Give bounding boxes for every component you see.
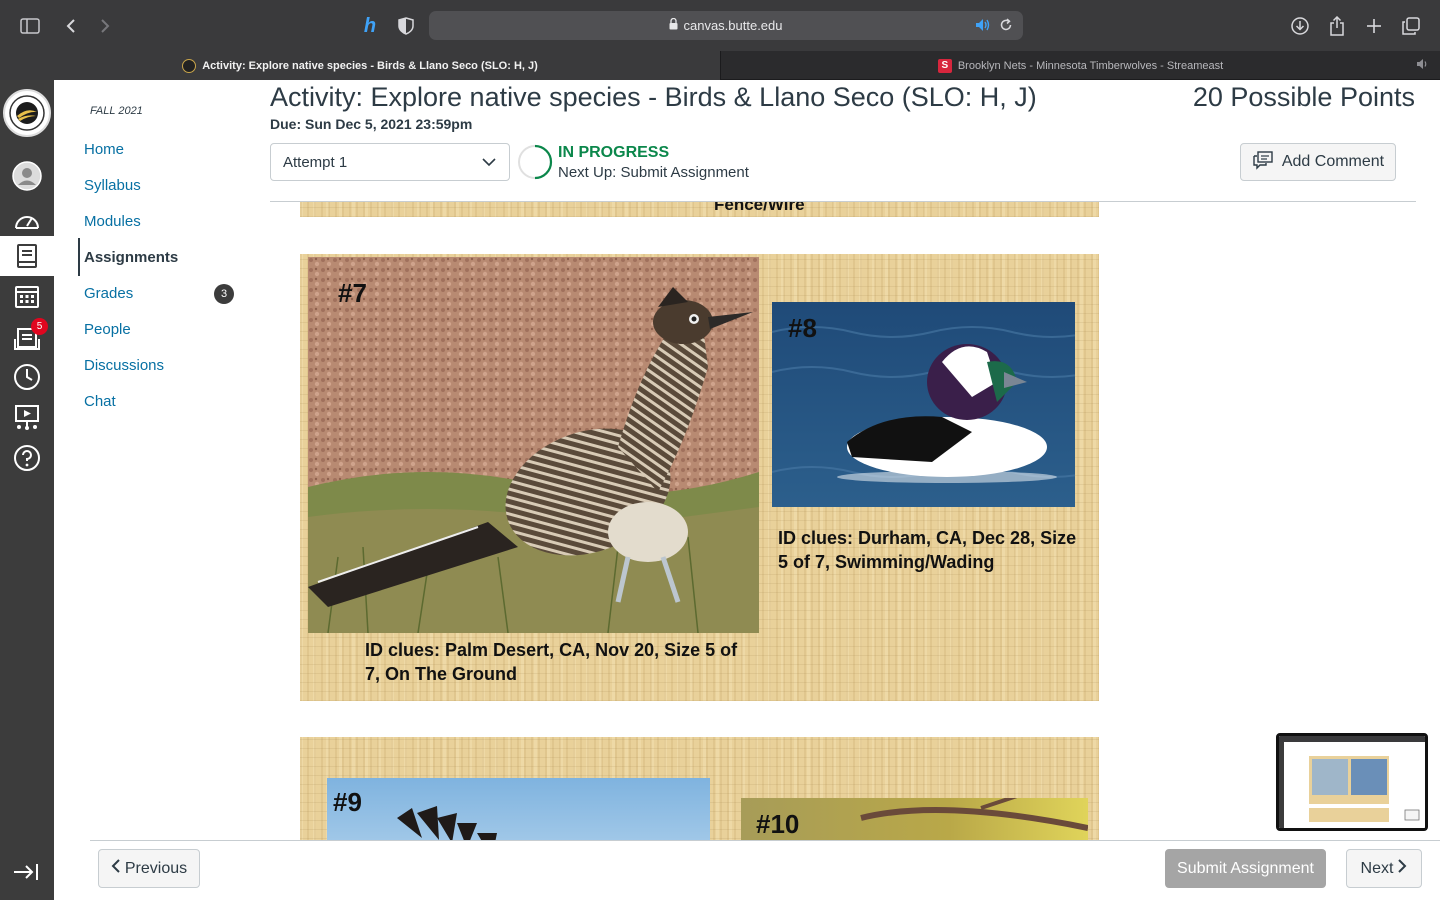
- submit-assignment-button[interactable]: Submit Assignment: [1165, 849, 1326, 888]
- global-nav: 5: [0, 80, 54, 900]
- page-thumbnail[interactable]: [1276, 733, 1428, 831]
- bird-8-number: #8: [788, 313, 817, 343]
- reload-icon[interactable]: [999, 18, 1013, 35]
- course-nav-discussions[interactable]: Discussions: [84, 357, 164, 374]
- previous-slide: Fence/Wire: [300, 202, 1099, 217]
- hypothesis-icon[interactable]: h: [357, 13, 383, 39]
- course-nav-modules[interactable]: Modules: [84, 213, 141, 230]
- tab-streameast[interactable]: S Brooklyn Nets - Minnesota Timberwolves…: [720, 51, 1440, 80]
- bird-9-photo: [327, 778, 710, 840]
- help-icon[interactable]: [0, 438, 54, 478]
- history-icon[interactable]: [0, 357, 54, 397]
- dashboard-icon[interactable]: [0, 200, 54, 240]
- shield-icon[interactable]: [393, 13, 419, 39]
- footer-divider: [90, 840, 1440, 841]
- add-comment-button[interactable]: Add Comment: [1240, 143, 1396, 181]
- comment-icon: [1252, 150, 1274, 175]
- bird-7-number: #7: [338, 278, 367, 308]
- chevron-down-icon: [481, 154, 497, 174]
- calendar-icon[interactable]: [0, 276, 54, 316]
- course-nav-assignments[interactable]: Assignments: [84, 249, 178, 266]
- tab-title: Brooklyn Nets - Minnesota Timberwolves -…: [957, 59, 1224, 72]
- course-nav-syllabus[interactable]: Syllabus: [84, 177, 141, 194]
- active-indicator: [78, 238, 80, 276]
- bird-8-photo: [772, 302, 1075, 507]
- page-title: Activity: Explore native species - Birds…: [270, 82, 1037, 112]
- possible-points: 20 Possible Points: [1192, 82, 1415, 112]
- grades-badge: 3: [214, 284, 234, 304]
- next-button[interactable]: Next: [1346, 849, 1422, 888]
- butte-college-logo[interactable]: [3, 89, 51, 137]
- share-icon[interactable]: [1324, 13, 1350, 39]
- forward-icon[interactable]: [92, 13, 118, 39]
- progress-ring-icon: [517, 144, 553, 180]
- butte-favicon-icon: [182, 58, 197, 73]
- slide-birds-9-10: #9 #10: [300, 737, 1099, 840]
- studio-icon[interactable]: [0, 397, 54, 437]
- new-tab-icon[interactable]: [1361, 13, 1387, 39]
- audio-icon[interactable]: [975, 18, 991, 35]
- lock-icon: [669, 17, 678, 33]
- browser-toolbar: h canvas.butte.edu: [0, 0, 1440, 51]
- download-icon[interactable]: [1287, 13, 1313, 39]
- status-text: IN PROGRESS: [558, 144, 670, 161]
- course-nav-people[interactable]: People: [84, 321, 131, 338]
- chevron-left-icon: [111, 858, 121, 879]
- attempt-value: Attempt 1: [283, 153, 348, 171]
- url-bar[interactable]: canvas.butte.edu: [429, 11, 1023, 40]
- bird-7-photo: [308, 257, 759, 633]
- back-icon[interactable]: [58, 13, 84, 39]
- chevron-right-icon: [1397, 858, 1407, 879]
- bird-8-clue: ID clues: Durham, CA, Dec 28, Size 5 of …: [778, 528, 1077, 572]
- url-text: canvas.butte.edu: [683, 18, 783, 33]
- course-nav: FALL 2021 Home Syllabus Modules Assignme…: [54, 80, 254, 840]
- add-comment-label: Add Comment: [1281, 153, 1385, 170]
- slide-birds-7-8: #7 ID clues: Palm Desert, CA, Nov 20, Si…: [300, 254, 1099, 701]
- due-date: Due: Sun Dec 5, 2021 23:59pm: [270, 116, 473, 132]
- speaker-icon[interactable]: [1416, 58, 1430, 73]
- previous-label: Previous: [124, 859, 188, 877]
- course-nav-grades[interactable]: Grades: [84, 285, 133, 302]
- bird-7-clue: ID clues: Palm Desert, CA, Nov 20, Size …: [365, 640, 738, 684]
- bird-10-number: #10: [756, 809, 800, 839]
- tab-canvas-activity[interactable]: Activity: Explore native species - Birds…: [0, 51, 720, 80]
- course-nav-home[interactable]: Home: [84, 141, 124, 158]
- prev-slide-text: Fence/Wire: [714, 202, 805, 214]
- next-label: Next: [1360, 859, 1394, 877]
- tab-title: Activity: Explore native species - Birds…: [202, 59, 538, 72]
- tabs-overview-icon[interactable]: [1398, 13, 1424, 39]
- sidebar-icon[interactable]: [17, 13, 43, 39]
- inbox-icon[interactable]: 5: [0, 318, 54, 358]
- submit-label: Submit Assignment: [1177, 859, 1314, 877]
- bird-9-number: #9: [333, 787, 362, 817]
- assignment-content[interactable]: Fence/Wire #7 ID clues: Palm Desert, CA,…: [270, 202, 1416, 840]
- previous-button[interactable]: Previous: [98, 849, 200, 888]
- course-nav-chat[interactable]: Chat: [84, 393, 116, 410]
- term-label: FALL 2021: [90, 105, 143, 117]
- next-up-text: Next Up: Submit Assignment: [558, 164, 749, 181]
- account-icon[interactable]: [0, 156, 54, 196]
- tab-bar: Activity: Explore native species - Birds…: [0, 51, 1440, 80]
- streameast-favicon-icon: S: [937, 58, 952, 73]
- collapse-nav-icon[interactable]: [12, 862, 40, 887]
- attempt-select[interactable]: Attempt 1: [270, 143, 510, 181]
- inbox-badge: 5: [31, 318, 48, 335]
- courses-icon[interactable]: [0, 236, 54, 276]
